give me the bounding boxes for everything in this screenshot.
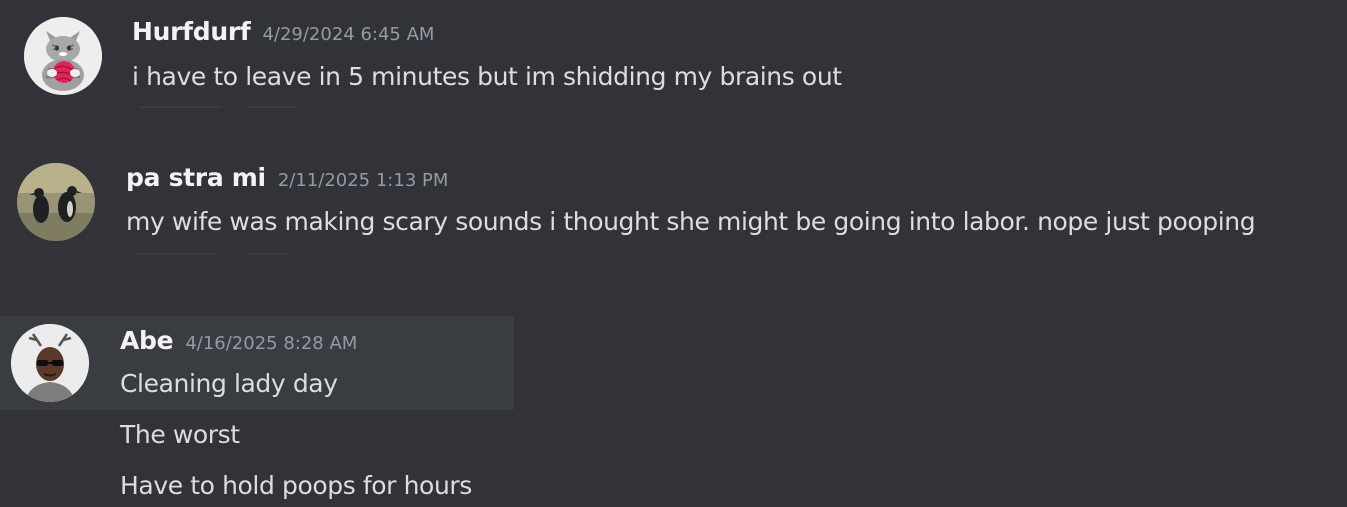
message-text: Have to hold poops for hours: [120, 471, 472, 500]
timestamp[interactable]: 2/11/2025 1:13 PM: [278, 170, 449, 191]
chat-message-list: Hurfdurf 4/29/2024 6:45 AM i have to leav…: [0, 0, 1347, 507]
message-header: Abe 4/16/2025 8:28 AM: [120, 326, 357, 355]
divider: [136, 253, 216, 255]
message-header: pa stra mi 2/11/2025 1:13 PM: [126, 163, 448, 192]
divider: [248, 106, 296, 108]
username[interactable]: Abe: [120, 326, 174, 355]
message-text: Cleaning lady day: [120, 369, 338, 398]
message-group[interactable]: pa stra mi 2/11/2025 1:13 PM my wife was …: [0, 145, 1347, 265]
man-sunglasses-avatar-icon: [11, 324, 89, 402]
avatar[interactable]: [17, 163, 95, 241]
message-header: Hurfdurf 4/29/2024 6:45 AM: [132, 17, 434, 46]
message-group[interactable]: Hurfdurf 4/29/2024 6:45 AM i have to leav…: [0, 0, 1347, 120]
message-group[interactable]: Abe 4/16/2025 8:28 AM Cleaning lady day T…: [0, 316, 1347, 507]
username[interactable]: Hurfdurf: [132, 17, 251, 46]
message-text: The worst: [120, 420, 240, 449]
username[interactable]: pa stra mi: [126, 163, 266, 192]
cat-with-yarn-avatar-icon: [24, 17, 102, 95]
divider: [246, 253, 288, 255]
timestamp[interactable]: 4/29/2024 6:45 AM: [262, 24, 434, 45]
timestamp[interactable]: 4/16/2025 8:28 AM: [185, 333, 357, 354]
divider: [140, 106, 222, 108]
penguins-avatar-icon: [17, 163, 95, 241]
message-text: my wife was making scary sounds i though…: [126, 207, 1256, 236]
avatar[interactable]: [11, 324, 89, 402]
avatar[interactable]: [24, 17, 102, 95]
message-text: i have to leave in 5 minutes but im shid…: [132, 62, 842, 91]
